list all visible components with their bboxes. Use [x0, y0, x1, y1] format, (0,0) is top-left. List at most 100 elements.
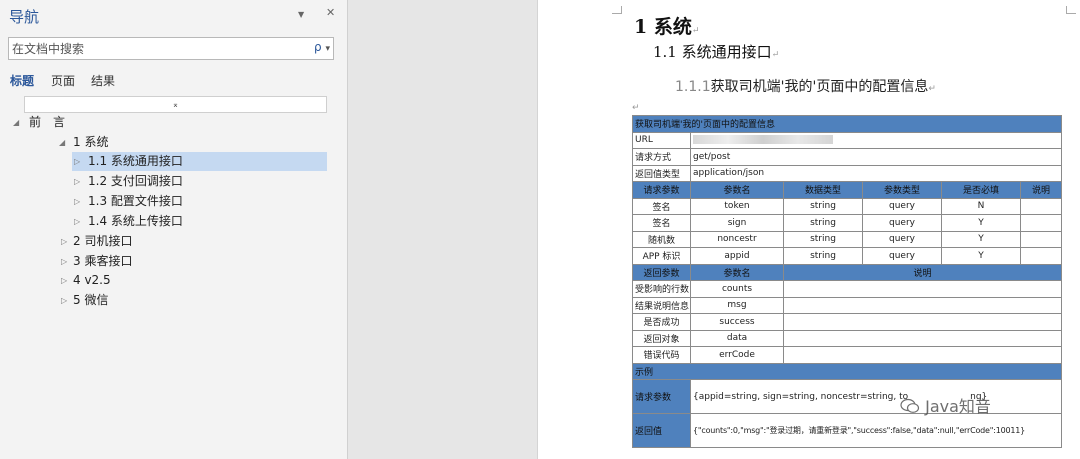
table-row: 获取司机端'我的'页面中的配置信息 [631, 115, 1063, 133]
table-cell: N [941, 197, 1021, 215]
table-cell: string [783, 214, 863, 232]
table-cell: string [783, 197, 863, 215]
table-row: 返回对象 data [632, 329, 1063, 347]
method-value: get/post [689, 148, 1063, 166]
table-cell: noncestr [690, 230, 784, 248]
table-cell: 随机数 [632, 230, 691, 248]
search-icon[interactable]: ρ ▾ [314, 40, 330, 54]
table-cell: query [862, 214, 942, 232]
collapse-all-icon[interactable]: ⌅ [24, 96, 327, 113]
table-row: 随机数 noncestr string query Y [632, 230, 1063, 248]
table-cell: 签名 [632, 197, 691, 215]
table-header-row: 请求参数 参数名 数据类型 参数类型 是否必填 说明 [632, 181, 1063, 199]
table-cell: success [690, 313, 784, 331]
collapse-arrow-icon[interactable]: ▷ [61, 271, 67, 290]
table-cell: 错误代码 [632, 346, 691, 364]
nav-options-icon[interactable]: ▼ [298, 10, 304, 19]
heading-3[interactable]: 1.1.1获取司机端'我的'页面中的配置信息↵ [675, 76, 936, 96]
table-cell: APP 标识 [632, 247, 691, 265]
close-icon[interactable]: ✕ [326, 6, 335, 19]
table-cell [782, 313, 1063, 331]
table-header-cell: 参数名 [690, 263, 784, 281]
nav-item-1-1[interactable]: ▷ 1.1 系统通用接口 [72, 152, 327, 171]
table-cell: query [862, 197, 942, 215]
heading-1[interactable]: 1 系统↵ [634, 12, 699, 39]
table-cell: appid [690, 247, 784, 265]
table-cell: Y [941, 214, 1021, 232]
table-cell: msg [690, 296, 784, 314]
table-cell: Y [941, 230, 1021, 248]
table-row: APP 标识 appid string query Y [632, 247, 1063, 265]
heading-2[interactable]: 1.1 系统通用接口↵ [653, 41, 779, 62]
navigation-pane: 导航 ▼ ✕ ρ ▾ 标题 页面 结果 ⌅ ◢ 前 言 ◢ 1 系统 ▷ 1.1… [0, 0, 348, 459]
table-header-cell: 是否必填 [941, 181, 1021, 199]
table-cell: 结果说明信息 [632, 296, 691, 314]
paragraph-mark: ↵ [632, 103, 640, 113]
table-cell [782, 296, 1063, 314]
table-cell: query [862, 230, 942, 248]
table-row: 错误代码 errCode [632, 346, 1063, 364]
expand-arrow-icon[interactable]: ◢ [59, 133, 65, 152]
search-options-icon: ▾ [325, 44, 330, 54]
table-title: 获取司机端'我的'页面中的配置信息 [631, 115, 1063, 133]
table-row: 是否成功 success [632, 313, 1063, 331]
collapse-arrow-icon[interactable]: ▷ [61, 252, 67, 271]
collapse-arrow-icon[interactable]: ▷ [74, 192, 80, 211]
table-row: 结果说明信息 msg [632, 296, 1063, 314]
table-cell: 受影响的行数 [632, 280, 691, 298]
expand-arrow-icon[interactable]: ◢ [13, 113, 19, 132]
document-page[interactable]: 1 系统↵ 1.1 系统通用接口↵ 1.1.1获取司机端'我的'页面中的配置信息… [537, 0, 1080, 459]
collapse-arrow-icon[interactable]: ▷ [61, 232, 67, 251]
margin-mark [1066, 6, 1076, 14]
method-label: 请求方式 [632, 148, 691, 166]
table-row: 示例 [631, 362, 1063, 380]
example-label: 示例 [631, 362, 1063, 380]
table-row: URL [632, 131, 1063, 149]
tab-headings[interactable]: 标题 [10, 72, 34, 89]
collapse-arrow-icon[interactable]: ▷ [74, 172, 80, 191]
url-value [689, 131, 1063, 149]
table-cell: string [783, 230, 863, 248]
return-type-label: 返回值类型 [632, 164, 691, 182]
example-request-label: 请求参数 [632, 379, 691, 414]
table-cell: data [690, 329, 784, 347]
table-row: 签名 sign string query Y [632, 214, 1063, 232]
table-header-cell: 参数类型 [862, 181, 942, 199]
table-cell [782, 346, 1063, 364]
table-row: 返回值类型 application/json [632, 164, 1063, 182]
table-row: 请求方式 get/post [632, 148, 1063, 166]
tab-results[interactable]: 结果 [91, 72, 115, 89]
tab-pages[interactable]: 页面 [51, 72, 75, 89]
table-header-cell: 说明 [782, 263, 1063, 281]
table-header-cell: 参数名 [690, 181, 784, 199]
collapse-arrow-icon[interactable]: ▷ [74, 152, 80, 171]
table-cell [782, 329, 1063, 347]
table-cell [782, 280, 1063, 298]
table-cell: token [690, 197, 784, 215]
document-background [348, 0, 537, 459]
table-cell: string [783, 247, 863, 265]
collapse-arrow-icon[interactable]: ▷ [61, 291, 67, 310]
table-cell: 签名 [632, 214, 691, 232]
return-type-value: application/json [689, 164, 1063, 182]
table-row: 返回值 {"counts":0,"msg":"登录过期，请重新登录","succ… [632, 413, 1063, 448]
table-cell: 返回对象 [632, 329, 691, 347]
collapse-arrow-icon[interactable]: ▷ [74, 212, 80, 231]
api-table: 获取司机端'我的'页面中的配置信息 URL 请求方式 get/post 返回值类… [631, 115, 1063, 448]
table-cell: 是否成功 [632, 313, 691, 331]
table-cell: counts [690, 280, 784, 298]
search-input[interactable] [9, 38, 301, 59]
table-cell [1019, 214, 1063, 232]
table-header-cell: 数据类型 [783, 181, 863, 199]
example-response-label: 返回值 [632, 413, 691, 448]
table-header-cell: 返回参数 [632, 263, 691, 281]
table-header-cell: 说明 [1019, 181, 1063, 199]
table-cell: sign [690, 214, 784, 232]
table-cell: errCode [690, 346, 784, 364]
table-header-row: 返回参数 参数名 说明 [632, 263, 1063, 281]
example-response-value: {"counts":0,"msg":"登录过期，请重新登录","success"… [689, 413, 1063, 448]
search-box: ρ ▾ [8, 37, 334, 60]
table-row: 请求参数 {appid=string, sign=string, noncest… [632, 379, 1063, 414]
redacted-url [693, 135, 833, 145]
table-cell: Y [941, 247, 1021, 265]
